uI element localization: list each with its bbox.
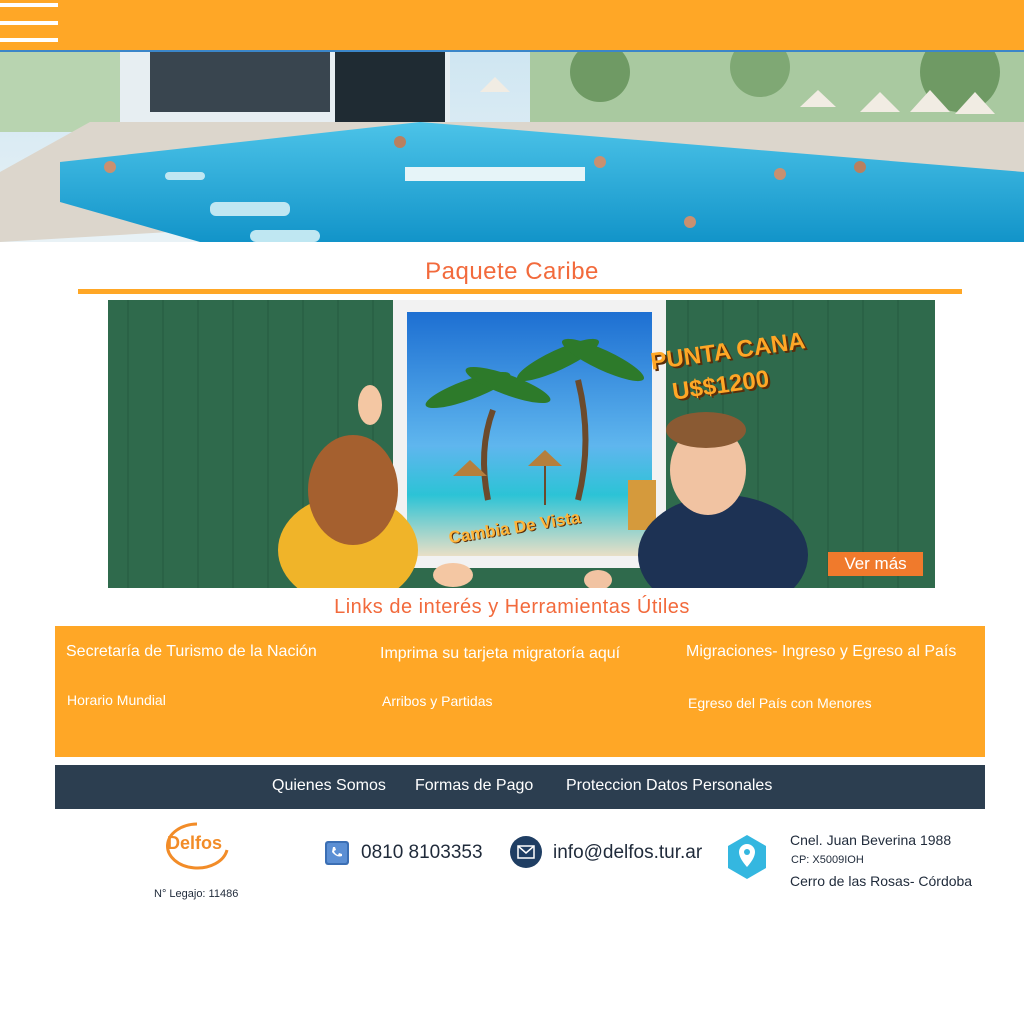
address-line3: Cerro de las Rosas- Córdoba [790, 873, 973, 889]
link-secretaria-turismo[interactable]: Secretaría de Turismo de la Nación [66, 643, 317, 661]
legajo-text: N° Legajo: 11486 [154, 888, 239, 900]
footer-nav: Quienes Somos Formas de Pago Proteccion … [55, 765, 985, 809]
phone-icon [325, 841, 349, 865]
nav-proteccion-datos[interactable]: Proteccion Datos Personales [566, 777, 772, 795]
ver-mas-button[interactable]: Ver más [828, 552, 923, 576]
links-title: Links de interés y Herramientas Útiles [334, 596, 690, 618]
package-title: Paquete Caribe [425, 258, 599, 285]
hero-banner [0, 52, 1024, 242]
hamburger-menu-icon[interactable] [0, 3, 60, 43]
email-address[interactable]: info@delfos.tur.ar [553, 842, 702, 864]
link-horario-mundial[interactable]: Horario Mundial [67, 692, 166, 708]
address-line1: Cnel. Juan Beverina 1988 [790, 832, 952, 848]
promo-banner[interactable] [108, 300, 935, 588]
delfos-logo[interactable]: Delfos [157, 822, 233, 870]
address-line2: CP: X5009IOH [791, 854, 864, 866]
logo-text: Delfos [167, 833, 223, 853]
top-bar [0, 0, 1024, 52]
link-arribos-partidas[interactable]: Arribos y Partidas [382, 693, 492, 709]
link-tarjeta-migratoria[interactable]: Imprima su tarjeta migratoría aquí [380, 645, 620, 663]
nav-quienes-somos[interactable]: Quienes Somos [272, 777, 386, 795]
resort-pool-photo [0, 52, 1024, 242]
link-migraciones[interactable]: Migraciones- Ingreso y Egreso al País [686, 643, 956, 661]
title-underline [78, 289, 962, 294]
links-panel: Secretaría de Turismo de la Nación Impri… [55, 626, 985, 757]
mail-icon [510, 836, 542, 868]
promo-illustration [108, 300, 935, 588]
phone-number[interactable]: 0810 8103353 [361, 842, 483, 864]
nav-formas-de-pago[interactable]: Formas de Pago [415, 777, 533, 795]
link-egreso-menores[interactable]: Egreso del País con Menores [688, 695, 872, 711]
location-pin-icon [726, 833, 768, 881]
